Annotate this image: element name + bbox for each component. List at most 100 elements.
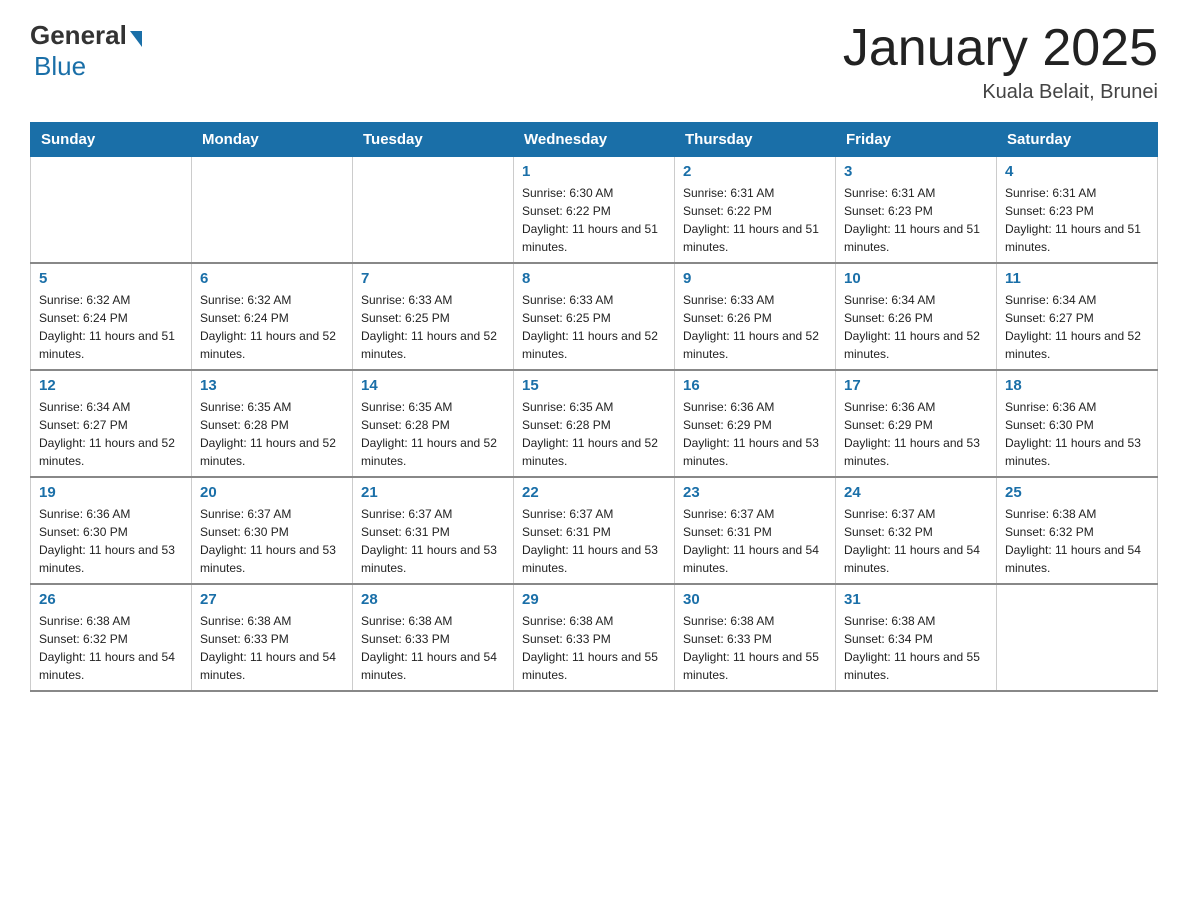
day-number: 21 <box>361 484 505 501</box>
calendar-week-row: 1Sunrise: 6:30 AMSunset: 6:22 PMDaylight… <box>31 157 1158 264</box>
day-info: Sunrise: 6:36 AMSunset: 6:29 PMDaylight:… <box>844 398 988 470</box>
calendar-cell: 5Sunrise: 6:32 AMSunset: 6:24 PMDaylight… <box>31 263 192 370</box>
day-number: 14 <box>361 377 505 394</box>
calendar-cell: 15 Sunrise: 6:35 AMSunset: 6:28 PMDayligh… <box>514 370 675 477</box>
day-number: 12 <box>39 377 183 394</box>
calendar-cell: 4 Sunrise: 6:31 AMSunset: 6:23 PMDaylight… <box>997 157 1158 264</box>
day-info: Sunrise: 6:35 AMSunset: 6:28 PMDaylight:… <box>361 398 505 470</box>
calendar-cell <box>353 157 514 264</box>
day-info: Sunrise: 6:38 AMSunset: 6:34 PMDaylight:… <box>844 612 988 684</box>
day-number: 16 <box>683 377 827 394</box>
day-of-week-header: Sunday <box>31 123 192 157</box>
calendar-cell: 19Sunrise: 6:36 AMSunset: 6:30 PMDayligh… <box>31 477 192 584</box>
calendar-week-row: 19Sunrise: 6:36 AMSunset: 6:30 PMDayligh… <box>31 477 1158 584</box>
day-info: Sunrise: 6:38 AMSunset: 6:32 PMDaylight:… <box>39 612 183 684</box>
day-info: Sunrise: 6:37 AMSunset: 6:32 PMDaylight:… <box>844 505 988 577</box>
calendar-cell: 12 Sunrise: 6:34 AMSunset: 6:27 PMDayligh… <box>31 370 192 477</box>
calendar-cell: 28 Sunrise: 6:38 AMSunset: 6:33 PMDayligh… <box>353 584 514 691</box>
day-number: 31 <box>844 591 988 608</box>
day-info: Sunrise: 6:34 AMSunset: 6:27 PMDaylight:… <box>1005 291 1149 363</box>
day-number: 20 <box>200 484 344 501</box>
day-number: 19 <box>39 484 183 501</box>
calendar-cell: 26 Sunrise: 6:38 AMSunset: 6:32 PMDayligh… <box>31 584 192 691</box>
calendar-cell: 31 Sunrise: 6:38 AMSunset: 6:34 PMDayligh… <box>836 584 997 691</box>
calendar-week-row: 26 Sunrise: 6:38 AMSunset: 6:32 PMDayligh… <box>31 584 1158 691</box>
day-info: Sunrise: 6:33 AMSunset: 6:26 PMDaylight:… <box>683 291 827 363</box>
calendar-body: 1Sunrise: 6:30 AMSunset: 6:22 PMDaylight… <box>31 157 1158 692</box>
day-number: 27 <box>200 591 344 608</box>
day-of-week-header: Saturday <box>997 123 1158 157</box>
day-number: 26 <box>39 591 183 608</box>
day-number: 9 <box>683 270 827 287</box>
day-of-week-header: Friday <box>836 123 997 157</box>
page-subtitle: Kuala Belait, Brunei <box>843 81 1158 104</box>
day-info: Sunrise: 6:34 AMSunset: 6:27 PMDaylight:… <box>39 398 183 470</box>
calendar-cell: 20 Sunrise: 6:37 AMSunset: 6:30 PMDayligh… <box>192 477 353 584</box>
calendar-cell: 17Sunrise: 6:36 AMSunset: 6:29 PMDayligh… <box>836 370 997 477</box>
calendar-cell: 8 Sunrise: 6:33 AMSunset: 6:25 PMDaylight… <box>514 263 675 370</box>
day-info: Sunrise: 6:35 AMSunset: 6:28 PMDaylight:… <box>522 398 666 470</box>
logo-blue-text: Blue <box>34 51 86 81</box>
day-of-week-header: Wednesday <box>514 123 675 157</box>
day-info: Sunrise: 6:38 AMSunset: 6:33 PMDaylight:… <box>361 612 505 684</box>
calendar-cell: 23 Sunrise: 6:37 AMSunset: 6:31 PMDayligh… <box>675 477 836 584</box>
day-info: Sunrise: 6:38 AMSunset: 6:32 PMDaylight:… <box>1005 505 1149 577</box>
calendar-cell <box>192 157 353 264</box>
day-number: 28 <box>361 591 505 608</box>
day-number: 7 <box>361 270 505 287</box>
day-info: Sunrise: 6:38 AMSunset: 6:33 PMDaylight:… <box>522 612 666 684</box>
day-number: 2 <box>683 163 827 180</box>
day-info: Sunrise: 6:31 AMSunset: 6:23 PMDaylight:… <box>844 184 988 256</box>
logo-arrow-icon <box>130 31 142 47</box>
day-info: Sunrise: 6:33 AMSunset: 6:25 PMDaylight:… <box>361 291 505 363</box>
day-info: Sunrise: 6:32 AMSunset: 6:24 PMDaylight:… <box>200 291 344 363</box>
day-number: 30 <box>683 591 827 608</box>
calendar-cell <box>31 157 192 264</box>
calendar-week-row: 12 Sunrise: 6:34 AMSunset: 6:27 PMDayligh… <box>31 370 1158 477</box>
day-info: Sunrise: 6:35 AMSunset: 6:28 PMDaylight:… <box>200 398 344 470</box>
calendar-header: SundayMondayTuesdayWednesdayThursdayFrid… <box>31 123 1158 157</box>
day-info: Sunrise: 6:36 AMSunset: 6:29 PMDaylight:… <box>683 398 827 470</box>
logo-general-text: General <box>30 20 127 51</box>
calendar-cell <box>997 584 1158 691</box>
calendar-cell: 2 Sunrise: 6:31 AMSunset: 6:22 PMDaylight… <box>675 157 836 264</box>
calendar-cell: 18 Sunrise: 6:36 AMSunset: 6:30 PMDayligh… <box>997 370 1158 477</box>
day-number: 15 <box>522 377 666 394</box>
day-info: Sunrise: 6:38 AMSunset: 6:33 PMDaylight:… <box>200 612 344 684</box>
day-of-week-header: Monday <box>192 123 353 157</box>
day-info: Sunrise: 6:37 AMSunset: 6:31 PMDaylight:… <box>361 505 505 577</box>
calendar-cell: 21 Sunrise: 6:37 AMSunset: 6:31 PMDayligh… <box>353 477 514 584</box>
day-number: 11 <box>1005 270 1149 287</box>
page-header: General Blue January 2025 Kuala Belait, … <box>30 20 1158 104</box>
calendar-cell: 10Sunrise: 6:34 AMSunset: 6:26 PMDayligh… <box>836 263 997 370</box>
day-number: 4 <box>1005 163 1149 180</box>
calendar-cell: 11 Sunrise: 6:34 AMSunset: 6:27 PMDayligh… <box>997 263 1158 370</box>
day-info: Sunrise: 6:31 AMSunset: 6:23 PMDaylight:… <box>1005 184 1149 256</box>
day-info: Sunrise: 6:38 AMSunset: 6:33 PMDaylight:… <box>683 612 827 684</box>
calendar-cell: 16 Sunrise: 6:36 AMSunset: 6:29 PMDayligh… <box>675 370 836 477</box>
day-info: Sunrise: 6:33 AMSunset: 6:25 PMDaylight:… <box>522 291 666 363</box>
day-info: Sunrise: 6:31 AMSunset: 6:22 PMDaylight:… <box>683 184 827 256</box>
calendar-cell: 9 Sunrise: 6:33 AMSunset: 6:26 PMDaylight… <box>675 263 836 370</box>
day-info: Sunrise: 6:37 AMSunset: 6:31 PMDaylight:… <box>522 505 666 577</box>
day-info: Sunrise: 6:36 AMSunset: 6:30 PMDaylight:… <box>1005 398 1149 470</box>
day-info: Sunrise: 6:37 AMSunset: 6:30 PMDaylight:… <box>200 505 344 577</box>
day-number: 25 <box>1005 484 1149 501</box>
day-number: 6 <box>200 270 344 287</box>
calendar-cell: 6 Sunrise: 6:32 AMSunset: 6:24 PMDaylight… <box>192 263 353 370</box>
calendar-week-row: 5Sunrise: 6:32 AMSunset: 6:24 PMDaylight… <box>31 263 1158 370</box>
day-number: 18 <box>1005 377 1149 394</box>
calendar-table: SundayMondayTuesdayWednesdayThursdayFrid… <box>30 122 1158 692</box>
calendar-cell: 22 Sunrise: 6:37 AMSunset: 6:31 PMDayligh… <box>514 477 675 584</box>
page-title: January 2025 <box>843 20 1158 77</box>
day-number: 8 <box>522 270 666 287</box>
calendar-cell: 25 Sunrise: 6:38 AMSunset: 6:32 PMDayligh… <box>997 477 1158 584</box>
day-number: 13 <box>200 377 344 394</box>
day-number: 22 <box>522 484 666 501</box>
calendar-cell: 24Sunrise: 6:37 AMSunset: 6:32 PMDayligh… <box>836 477 997 584</box>
calendar-cell: 27 Sunrise: 6:38 AMSunset: 6:33 PMDayligh… <box>192 584 353 691</box>
day-info: Sunrise: 6:37 AMSunset: 6:31 PMDaylight:… <box>683 505 827 577</box>
day-number: 3 <box>844 163 988 180</box>
day-number: 23 <box>683 484 827 501</box>
days-of-week-row: SundayMondayTuesdayWednesdayThursdayFrid… <box>31 123 1158 157</box>
